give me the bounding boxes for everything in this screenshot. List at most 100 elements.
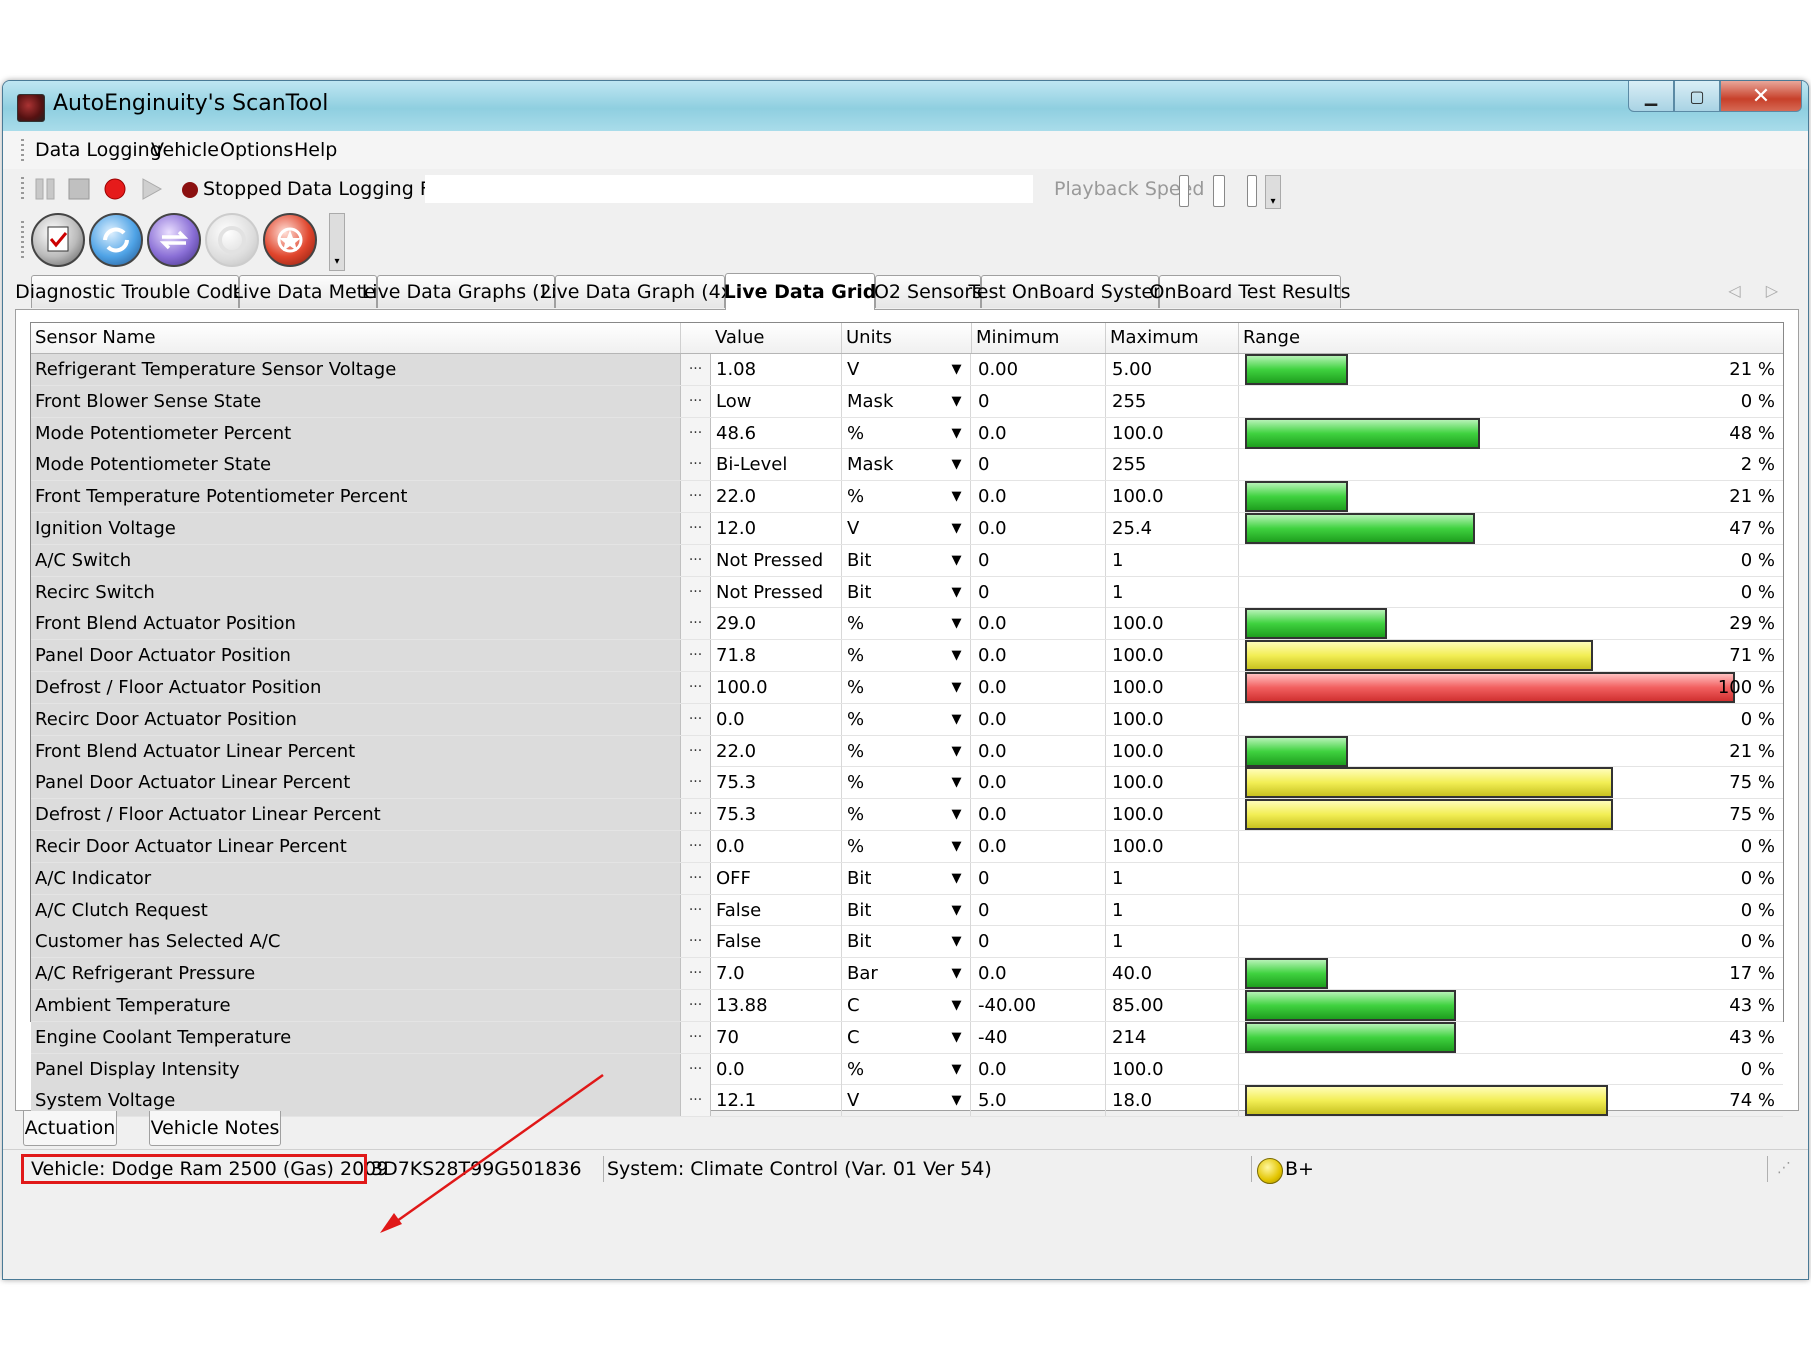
- row-details-button[interactable]: ···: [681, 735, 711, 767]
- table-row[interactable]: Mode Potentiometer Percent ··· 48.6% ▼ 0.0 10…: [31, 417, 1783, 450]
- tab-o2-sensors[interactable]: O2 Sensors: [874, 275, 982, 308]
- units-cell[interactable]: Mask: [843, 386, 953, 417]
- stop-icon[interactable]: [67, 177, 91, 201]
- tab-vehicle-notes[interactable]: Vehicle Notes: [149, 1111, 281, 1146]
- units-cell[interactable]: %: [843, 799, 953, 830]
- row-details-button[interactable]: ···: [681, 799, 711, 831]
- close-button[interactable]: ✕: [1720, 81, 1802, 112]
- row-details-button[interactable]: ···: [681, 672, 711, 703]
- table-row[interactable]: A/C Refrigerant Pressure ··· 7.0 Bar ▼ 0.0 40.…: [31, 958, 1783, 990]
- row-details-button[interactable]: ···: [681, 894, 711, 926]
- table-row[interactable]: Defrost / Floor Actuator Linear Percent ·…: [31, 799, 1783, 831]
- units-cell[interactable]: %: [843, 672, 953, 703]
- row-details-button[interactable]: ···: [681, 958, 711, 990]
- units-dropdown-icon[interactable]: ▼: [943, 608, 971, 640]
- units-dropdown-icon[interactable]: ▼: [943, 926, 971, 958]
- units-cell[interactable]: Bar: [843, 958, 953, 989]
- table-row[interactable]: Panel Display Intensity ··· 0.0% ▼ 0.0 100.0 0…: [31, 1053, 1783, 1086]
- header-sensor-name[interactable]: Sensor Name: [31, 323, 681, 353]
- tab-live-data-meter[interactable]: Live Data Meter: [232, 275, 384, 308]
- units-dropdown-icon[interactable]: ▼: [943, 1021, 971, 1053]
- row-details-button[interactable]: ···: [681, 990, 711, 1021]
- playback-slider-tick[interactable]: [1247, 175, 1257, 207]
- table-row[interactable]: Front Blend Actuator Position ··· 29.0% ▼ 0.…: [31, 608, 1783, 641]
- row-details-button[interactable]: ···: [681, 481, 711, 513]
- tab-live-data-graphs-2x[interactable]: Live Data Graphs (2x): [362, 275, 570, 308]
- toolbar-overflow-button[interactable]: ▾: [1265, 175, 1281, 209]
- table-row[interactable]: A/C Clutch Request ··· False Bit ▼ 0 1 0 %: [31, 894, 1783, 927]
- units-dropdown-icon[interactable]: ▼: [943, 990, 971, 1021]
- row-details-button[interactable]: ···: [681, 831, 711, 862]
- units-cell[interactable]: V: [843, 513, 953, 544]
- units-dropdown-icon[interactable]: ▼: [943, 672, 971, 703]
- table-row[interactable]: Engine Coolant Temperature ··· 70 C ▼ -40 214 4…: [31, 1021, 1783, 1054]
- row-details-button[interactable]: ···: [681, 544, 711, 576]
- units-dropdown-icon[interactable]: ▼: [943, 513, 971, 544]
- table-row[interactable]: Defrost / Floor Actuator Position ··· 100.…: [31, 672, 1783, 704]
- units-cell[interactable]: C: [843, 1022, 953, 1053]
- row-details-button[interactable]: ···: [681, 1053, 711, 1085]
- tab-actuation[interactable]: Actuation: [23, 1111, 117, 1146]
- units-dropdown-icon[interactable]: ▼: [943, 481, 971, 513]
- toolbar-grip[interactable]: [21, 221, 24, 261]
- units-dropdown-icon[interactable]: ▼: [943, 767, 971, 799]
- menu-vehicle[interactable]: Vehicle: [151, 139, 219, 161]
- units-cell[interactable]: Bit: [843, 545, 953, 576]
- units-cell[interactable]: %: [843, 831, 953, 862]
- row-details-button[interactable]: ···: [681, 354, 711, 385]
- menu-help[interactable]: Help: [294, 139, 337, 161]
- units-dropdown-icon[interactable]: ▼: [943, 735, 971, 767]
- row-details-button[interactable]: ···: [681, 862, 711, 894]
- table-row[interactable]: Front Blower Sense State ··· Low Mask ▼ 0 255 0…: [31, 385, 1783, 418]
- table-row[interactable]: Panel Door Actuator Position ··· 71.8% ▼ 0.0…: [31, 640, 1783, 672]
- units-cell[interactable]: C: [843, 990, 953, 1021]
- play-icon[interactable]: [139, 177, 163, 201]
- toolbar-overflow-button[interactable]: ▾: [329, 213, 345, 271]
- table-row[interactable]: A/C Switch ··· Not Pressed Bit ▼ 0 1 0 %: [31, 544, 1783, 577]
- row-details-button[interactable]: ···: [681, 513, 711, 544]
- row-details-button[interactable]: ···: [681, 703, 711, 735]
- units-cell[interactable]: Bit: [843, 895, 953, 926]
- units-cell[interactable]: %: [843, 1054, 953, 1085]
- units-cell[interactable]: V: [843, 354, 953, 385]
- table-row[interactable]: Mode Potentiometer State ··· Bi-Level Mask ▼…: [31, 449, 1783, 482]
- header-units[interactable]: Units: [842, 323, 972, 353]
- row-details-button[interactable]: ···: [681, 385, 711, 417]
- units-dropdown-icon[interactable]: ▼: [943, 449, 971, 481]
- refresh-icon[interactable]: [89, 213, 143, 267]
- disabled-wrench-icon[interactable]: [205, 213, 259, 267]
- maximize-button[interactable]: ▢: [1674, 81, 1720, 112]
- units-dropdown-icon[interactable]: ▼: [943, 385, 971, 417]
- units-dropdown-icon[interactable]: ▼: [943, 354, 971, 385]
- playback-slider-thumb[interactable]: [1213, 175, 1225, 207]
- table-row[interactable]: Recirc Door Actuator Position ··· 0.0% ▼ 0.0…: [31, 703, 1783, 736]
- row-details-button[interactable]: ···: [681, 449, 711, 481]
- pause-icon[interactable]: [33, 177, 57, 201]
- checklist-icon[interactable]: [31, 213, 85, 267]
- units-cell[interactable]: %: [843, 640, 953, 671]
- header-minimum[interactable]: Minimum: [972, 323, 1106, 353]
- units-dropdown-icon[interactable]: ▼: [943, 417, 971, 449]
- table-row[interactable]: Front Temperature Potentiometer Percent ·…: [31, 481, 1783, 513]
- units-dropdown-icon[interactable]: ▼: [943, 544, 971, 576]
- header-range[interactable]: Range: [1239, 323, 1783, 353]
- table-row[interactable]: Recir Door Actuator Linear Percent ··· 0.0…: [31, 831, 1783, 863]
- data-logging-file-field[interactable]: [425, 175, 1033, 203]
- tab-live-data-graph-4x[interactable]: Live Data Graph (4x): [541, 275, 739, 308]
- units-cell[interactable]: %: [843, 418, 953, 449]
- units-dropdown-icon[interactable]: ▼: [943, 799, 971, 831]
- table-row[interactable]: Customer has Selected A/C ··· False Bit ▼ 0 1 0…: [31, 926, 1783, 959]
- row-details-button[interactable]: ···: [681, 417, 711, 449]
- menu-data-logging[interactable]: Data Logging: [35, 139, 162, 161]
- units-cell[interactable]: Bit: [843, 926, 953, 957]
- table-row[interactable]: Panel Door Actuator Linear Percent ··· 75.…: [31, 767, 1783, 800]
- tab-onboard-test-results[interactable]: OnBoard Test Results: [1150, 275, 1350, 308]
- menu-options[interactable]: Options: [220, 139, 293, 161]
- units-dropdown-icon[interactable]: ▼: [943, 640, 971, 672]
- units-cell[interactable]: Mask: [843, 449, 953, 480]
- starburst-icon[interactable]: [263, 213, 317, 267]
- playback-slider-tick[interactable]: [1179, 175, 1189, 207]
- tab-live-data-grid[interactable]: Live Data Grid: [724, 273, 876, 310]
- units-dropdown-icon[interactable]: ▼: [943, 576, 971, 608]
- row-details-button[interactable]: ···: [681, 926, 711, 958]
